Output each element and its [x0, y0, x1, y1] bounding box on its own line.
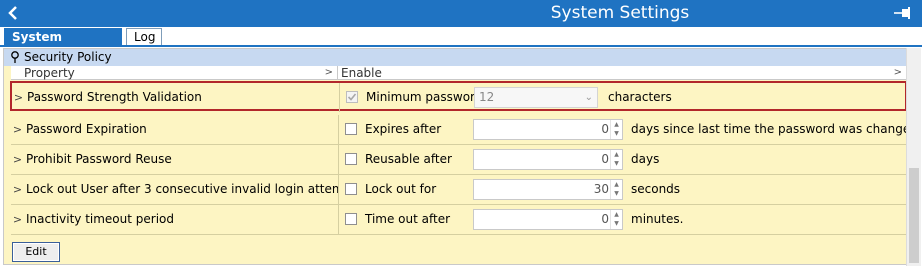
option-suffix: characters	[608, 90, 672, 104]
tab-strip: System Settings Log	[0, 27, 922, 61]
option-label: Reusable after	[365, 152, 452, 166]
column-header-property-label: Property	[24, 66, 75, 80]
table-row[interactable]: > Password Strength Validation Minimum p…	[10, 81, 907, 112]
column-header-property[interactable]: Property >	[11, 66, 338, 80]
chevron-down-icon: ⌄	[584, 92, 593, 103]
option-suffix: days since last time the password was ch…	[631, 122, 918, 136]
column-divider	[338, 115, 339, 144]
column-divider	[338, 205, 339, 234]
spin-up-icon[interactable]: ▲	[611, 180, 622, 189]
expand-arrow-icon[interactable]: >	[11, 205, 24, 234]
column-header-enable[interactable]: Enable >	[338, 66, 906, 80]
tab-system-settings[interactable]: System Settings	[4, 28, 122, 61]
tab-baseline	[0, 45, 922, 47]
property-name: Prohibit Password Reuse	[26, 152, 172, 166]
chevron-right-icon: >	[324, 67, 333, 78]
table-row[interactable]: > Prohibit Password Reuse Reusable after…	[11, 145, 906, 175]
reusable-after-stepper[interactable]: 0 ▲ ▼	[473, 149, 623, 170]
option-label: Expires after	[365, 122, 442, 136]
spin-down-icon[interactable]: ▼	[611, 129, 622, 138]
stepper-value: 0	[601, 122, 609, 136]
expand-arrow-icon[interactable]: >	[11, 145, 24, 174]
table-row[interactable]: > Password Expiration Expires after 0 ▲ ▼…	[11, 115, 918, 145]
settings-panel: Security Policy Property > Enable > > Pa…	[3, 48, 918, 265]
enable-checkbox[interactable]	[345, 153, 357, 165]
property-name: Lock out User after 3 consecutive invali…	[26, 182, 338, 196]
spin-up-icon[interactable]: ▲	[611, 120, 622, 129]
stepper-value: 0	[601, 212, 609, 226]
section-title: Security Policy	[24, 50, 112, 64]
column-divider	[338, 145, 339, 174]
expand-arrow-icon[interactable]: >	[11, 175, 24, 204]
enable-checkbox[interactable]	[345, 183, 357, 195]
stepper-value: 30	[593, 182, 609, 196]
edit-button[interactable]: Edit	[12, 242, 60, 262]
enable-checkbox[interactable]	[345, 213, 357, 225]
property-name: Password Expiration	[26, 122, 147, 136]
spin-down-icon[interactable]: ▼	[611, 219, 622, 228]
option-label: Minimum password	[366, 90, 483, 104]
spin-up-icon[interactable]: ▲	[611, 210, 622, 219]
enable-checkbox[interactable]	[345, 123, 357, 135]
option-label: Lock out for	[365, 182, 437, 196]
select-value: 12	[479, 90, 495, 104]
enable-checkbox[interactable]	[346, 91, 358, 103]
column-divider	[338, 175, 339, 204]
title-bar: System Settings	[0, 0, 922, 27]
vertical-scrollbar[interactable]	[906, 48, 921, 266]
option-label: Time out after	[365, 212, 451, 226]
pin-icon[interactable]	[892, 4, 914, 22]
property-name: Password Strength Validation	[27, 90, 202, 104]
window-title: System Settings	[550, 3, 690, 23]
option-suffix: minutes.	[631, 212, 684, 226]
stepper-value: 0	[601, 152, 609, 166]
lock-out-for-stepper[interactable]: 30 ▲ ▼	[473, 179, 623, 200]
spin-buttons[interactable]: ▲ ▼	[610, 210, 622, 229]
spin-down-icon[interactable]: ▼	[611, 159, 622, 168]
spin-up-icon[interactable]: ▲	[611, 150, 622, 159]
pushpin-icon[interactable]	[9, 50, 21, 64]
option-suffix: days	[631, 152, 660, 166]
expand-arrow-icon[interactable]: >	[11, 115, 24, 144]
property-name: Inactivity timeout period	[26, 212, 174, 226]
minimum-password-select[interactable]: 12 ⌄	[474, 87, 598, 108]
spin-buttons[interactable]: ▲ ▼	[610, 150, 622, 169]
spin-down-icon[interactable]: ▼	[611, 189, 622, 198]
column-header-enable-label: Enable	[341, 66, 382, 80]
table-row[interactable]: > Lock out User after 3 consecutive inva…	[11, 175, 906, 205]
expires-after-stepper[interactable]: 0 ▲ ▼	[473, 119, 623, 140]
table-row[interactable]: > Inactivity timeout period Time out aft…	[11, 205, 906, 235]
option-suffix: seconds	[631, 182, 681, 196]
chevron-right-icon: >	[893, 67, 902, 78]
spin-buttons[interactable]: ▲ ▼	[610, 180, 622, 199]
expand-arrow-icon[interactable]: >	[12, 83, 25, 112]
section-header[interactable]: Security Policy	[4, 49, 906, 66]
scrollbar-thumb[interactable]	[909, 168, 919, 263]
spin-buttons[interactable]: ▲ ▼	[610, 120, 622, 139]
column-divider	[339, 83, 340, 112]
time-out-after-stepper[interactable]: 0 ▲ ▼	[473, 209, 623, 230]
